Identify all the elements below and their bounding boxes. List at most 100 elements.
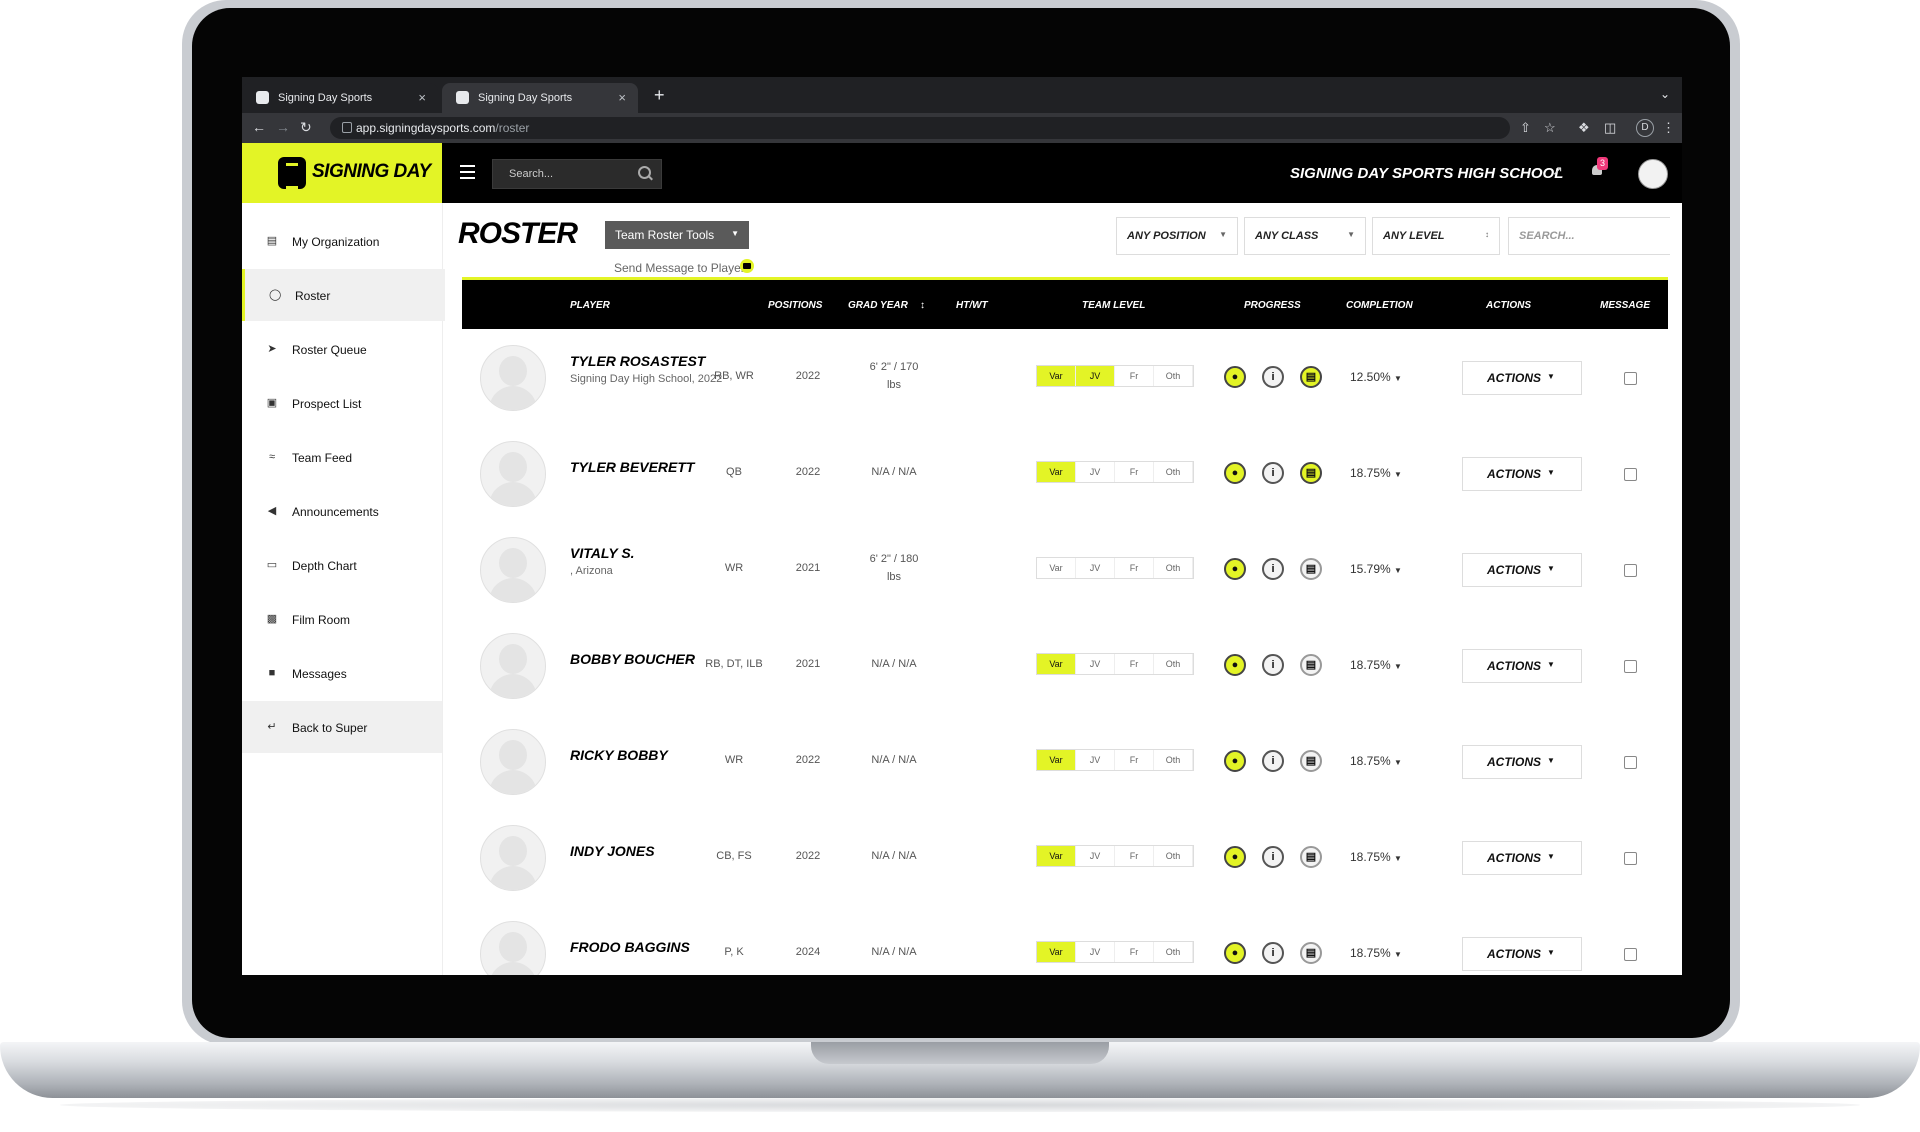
kebab-menu-icon[interactable]: ⋮ bbox=[1662, 120, 1675, 136]
trending-icon[interactable]: ↗ bbox=[1552, 163, 1563, 179]
actions-button[interactable]: ACTIONS ▼ bbox=[1462, 649, 1582, 683]
level-toggle[interactable]: Fr bbox=[1115, 846, 1154, 866]
level-toggle[interactable]: Oth bbox=[1154, 942, 1193, 962]
address-bar[interactable]: app.signingdaysports.com/roster bbox=[330, 117, 1510, 139]
player-avatar[interactable] bbox=[480, 345, 546, 411]
team-roster-tools-button[interactable]: Team Roster Tools ▼ bbox=[605, 221, 749, 249]
completion-value[interactable]: 18.75% ▼ bbox=[1350, 466, 1402, 480]
level-toggle[interactable]: Oth bbox=[1154, 462, 1193, 482]
level-toggle[interactable]: Fr bbox=[1115, 462, 1154, 482]
player-name[interactable]: FRODO BAGGINS bbox=[570, 939, 690, 955]
level-toggle[interactable]: Oth bbox=[1154, 750, 1193, 770]
sidebar-item-team-feed[interactable]: ≈ Team Feed bbox=[242, 431, 442, 483]
level-toggle[interactable]: Fr bbox=[1115, 366, 1154, 386]
level-toggle[interactable]: Oth bbox=[1154, 846, 1193, 866]
star-icon[interactable]: ☆ bbox=[1544, 120, 1556, 136]
player-name[interactable]: RICKY BOBBY bbox=[570, 747, 668, 763]
menu-icon[interactable] bbox=[460, 165, 475, 183]
level-toggle[interactable]: Var bbox=[1037, 366, 1076, 386]
level-toggle[interactable]: JV bbox=[1076, 654, 1115, 674]
profile-progress-icon[interactable]: ● bbox=[1224, 942, 1246, 964]
table-row[interactable]: VITALY S. , Arizona WR 2021 6' 2" / 180 lbs Va… bbox=[462, 521, 1668, 618]
back-arrow-icon[interactable]: ← bbox=[252, 119, 266, 135]
message-checkbox[interactable] bbox=[1624, 852, 1637, 865]
player-avatar[interactable] bbox=[480, 825, 546, 891]
info-icon[interactable]: i bbox=[1262, 750, 1284, 772]
info-icon[interactable]: i bbox=[1262, 558, 1284, 580]
actions-button[interactable]: ACTIONS ▼ bbox=[1462, 553, 1582, 587]
actions-button[interactable]: ACTIONS ▼ bbox=[1462, 361, 1582, 395]
message-checkbox[interactable] bbox=[1624, 756, 1637, 769]
class-filter[interactable]: ANY CLASS ▼ bbox=[1244, 217, 1366, 255]
completion-value[interactable]: 18.75% ▼ bbox=[1350, 850, 1402, 864]
film-progress-icon[interactable]: ▤ bbox=[1300, 942, 1322, 964]
completion-value[interactable]: 15.79% ▼ bbox=[1350, 562, 1402, 576]
player-avatar[interactable] bbox=[480, 729, 546, 795]
level-filter[interactable]: ANY LEVEL ↕ bbox=[1372, 217, 1500, 255]
sidebar-item-prospect-list[interactable]: ▣ Prospect List bbox=[242, 377, 442, 429]
table-row[interactable]: TYLER ROSASTEST Signing Day High School, … bbox=[462, 329, 1668, 426]
level-toggle[interactable]: Var bbox=[1037, 942, 1076, 962]
sidebar-item-my-organization[interactable]: ▤ My Organization bbox=[242, 215, 442, 267]
player-name[interactable]: VITALY S. bbox=[570, 545, 635, 561]
level-toggle[interactable]: Var bbox=[1037, 462, 1076, 482]
info-icon[interactable]: i bbox=[1262, 654, 1284, 676]
message-checkbox[interactable] bbox=[1624, 372, 1637, 385]
actions-button[interactable]: ACTIONS ▼ bbox=[1462, 841, 1582, 875]
actions-button[interactable]: ACTIONS ▼ bbox=[1462, 937, 1582, 971]
sidebar-item-film-room[interactable]: ▩ Film Room bbox=[242, 593, 442, 645]
table-row[interactable]: INDY JONES CB, FS 2022 N/A / N/A Var JV Fr Oth ●… bbox=[462, 809, 1668, 906]
level-toggle[interactable]: Var bbox=[1037, 846, 1076, 866]
message-checkbox[interactable] bbox=[1624, 660, 1637, 673]
player-name[interactable]: INDY JONES bbox=[570, 843, 655, 859]
completion-value[interactable]: 18.75% ▼ bbox=[1350, 658, 1402, 672]
sidebar-item-back-to-super[interactable]: ↵ Back to Super bbox=[242, 701, 442, 753]
roster-search-input[interactable] bbox=[1509, 218, 1671, 254]
forward-arrow-icon[interactable]: → bbox=[276, 119, 290, 135]
side-panel-icon[interactable]: ◫ bbox=[1604, 120, 1616, 136]
completion-value[interactable]: 18.75% ▼ bbox=[1350, 946, 1402, 960]
profile-progress-icon[interactable]: ● bbox=[1224, 846, 1246, 868]
chat-icon[interactable] bbox=[740, 259, 754, 273]
level-toggle[interactable]: JV bbox=[1076, 462, 1115, 482]
table-row[interactable]: TYLER BEVERETT QB 2022 N/A / N/A Var JV Fr Oth ●… bbox=[462, 425, 1668, 522]
film-progress-icon[interactable]: ▤ bbox=[1300, 750, 1322, 772]
level-toggle[interactable]: Oth bbox=[1154, 654, 1193, 674]
completion-value[interactable]: 12.50% ▼ bbox=[1350, 370, 1402, 384]
player-avatar[interactable] bbox=[480, 633, 546, 699]
share-icon[interactable]: ⇧ bbox=[1520, 120, 1531, 136]
sidebar-item-roster[interactable]: ◯ Roster bbox=[242, 269, 445, 321]
reload-icon[interactable]: ↻ bbox=[300, 119, 312, 136]
level-toggle[interactable]: Fr bbox=[1115, 654, 1154, 674]
profile-progress-icon[interactable]: ● bbox=[1224, 750, 1246, 772]
message-checkbox[interactable] bbox=[1624, 468, 1637, 481]
message-checkbox[interactable] bbox=[1624, 564, 1637, 577]
extensions-puzzle-icon[interactable]: ❖ bbox=[1578, 120, 1590, 136]
profile-progress-icon[interactable]: ● bbox=[1224, 654, 1246, 676]
header-grad-year[interactable]: GRAD YEAR bbox=[848, 300, 908, 311]
film-progress-icon[interactable]: ▤ bbox=[1300, 654, 1322, 676]
level-toggle[interactable]: Oth bbox=[1154, 366, 1193, 386]
send-message-link[interactable]: Send Message to Players bbox=[614, 261, 751, 275]
tab-search-chevron-icon[interactable]: ⌄ bbox=[1660, 87, 1670, 101]
level-toggle[interactable]: JV bbox=[1076, 846, 1115, 866]
new-tab-button[interactable]: + bbox=[654, 85, 665, 106]
player-avatar[interactable] bbox=[480, 921, 546, 975]
actions-button[interactable]: ACTIONS ▼ bbox=[1462, 457, 1582, 491]
table-row[interactable]: BOBBY BOUCHER RB, DT, ILB 2021 N/A / N/A Var… bbox=[462, 617, 1668, 714]
level-toggle[interactable]: Fr bbox=[1115, 750, 1154, 770]
browser-tab[interactable]: Signing Day Sports × bbox=[242, 83, 438, 113]
film-progress-icon[interactable]: ▤ bbox=[1300, 846, 1322, 868]
logo[interactable]: SIGNING DAY bbox=[242, 143, 442, 203]
player-name[interactable]: TYLER BEVERETT bbox=[570, 459, 694, 475]
search-icon[interactable] bbox=[638, 166, 651, 179]
level-toggle[interactable]: Fr bbox=[1115, 558, 1154, 578]
sidebar-item-roster-queue[interactable]: ➤ Roster Queue bbox=[242, 323, 442, 375]
message-checkbox[interactable] bbox=[1624, 948, 1637, 961]
film-progress-icon[interactable]: ▤ bbox=[1300, 462, 1322, 484]
table-row[interactable]: FRODO BAGGINS P, K 2024 N/A / N/A Var JV Fr Oth… bbox=[462, 905, 1668, 975]
completion-value[interactable]: 18.75% ▼ bbox=[1350, 754, 1402, 768]
level-toggle[interactable]: JV bbox=[1076, 558, 1115, 578]
info-icon[interactable]: i bbox=[1262, 462, 1284, 484]
profile-avatar[interactable]: D bbox=[1636, 119, 1654, 137]
